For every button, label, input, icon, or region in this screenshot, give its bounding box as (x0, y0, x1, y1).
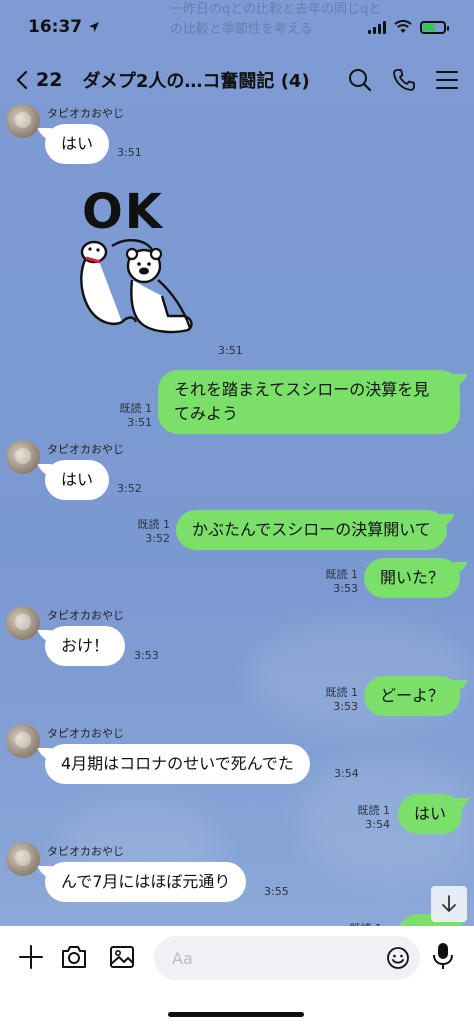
home-indicator (168, 1012, 304, 1017)
read-receipt: 既読 1 (357, 804, 391, 817)
battery-icon (420, 20, 449, 34)
arrow-down-icon (442, 895, 456, 912)
avatar[interactable] (6, 606, 40, 640)
message-bubble-incoming[interactable]: んで7月にはほぼ元通り (45, 862, 247, 902)
unread-count: 22 (36, 69, 63, 91)
cellular-signal-icon (368, 20, 386, 34)
sticker-ok-text: OK (82, 184, 164, 240)
message-bubble-outgoing[interactable]: どーよ？ (364, 676, 461, 716)
read-receipt: 既読 1 (325, 686, 359, 699)
message-time: 3:55 (264, 885, 289, 898)
clock-text: 16:37 (28, 17, 83, 37)
image-icon[interactable] (108, 944, 136, 970)
message-bubble-outgoing[interactable]: かぶたんでスシローの決算開いて (176, 510, 447, 550)
plus-icon[interactable] (18, 944, 44, 970)
emoji-icon[interactable] (386, 946, 410, 970)
sender-name: タピオカおやじ (47, 845, 124, 858)
message-bubble-incoming[interactable]: 4月期はコロナのせいで死んでた (45, 744, 310, 784)
avatar[interactable] (6, 724, 40, 758)
message-bubble-incoming[interactable]: はい (45, 460, 110, 500)
sender-name: タピオカおやじ (47, 609, 124, 622)
message-time: 3:51 (117, 146, 142, 159)
message-time: 3:51 (127, 416, 152, 429)
location-arrow-icon (89, 22, 100, 32)
message-meta: 既読 1 3:54 (338, 804, 391, 832)
message-bubble-outgoing[interactable]: はい (398, 794, 463, 834)
sticker-time: 3:51 (218, 344, 243, 357)
message-bubble-incoming[interactable]: はい (45, 124, 110, 164)
avatar[interactable] (6, 842, 40, 876)
message-meta: 既読 1 3:53 (306, 686, 359, 714)
message-time: 3:52 (145, 532, 170, 545)
chevron-left-icon (16, 70, 28, 90)
sender-name: タピオカおやじ (47, 107, 124, 120)
message-meta: 既読 1 3:52 (120, 518, 171, 546)
read-receipt: 既読 1 (119, 402, 153, 415)
microphone-icon[interactable] (432, 942, 454, 970)
read-receipt: 既読 1 (325, 568, 359, 581)
message-bubble-incoming[interactable]: おけ！ (45, 626, 126, 666)
message-meta: 既読 1 3:51 (100, 402, 153, 430)
message-input-bar (0, 926, 474, 1024)
message-time: 3:54 (334, 767, 359, 780)
sender-name: タピオカおやじ (47, 727, 124, 740)
avatar[interactable] (6, 104, 40, 138)
message-bubble-outgoing[interactable]: 開いた？ (364, 558, 461, 598)
status-bar: 16:37 (0, 0, 474, 54)
back-button[interactable]: 22 (16, 69, 62, 91)
avatar[interactable] (6, 440, 40, 474)
message-meta: 既読 1 3:53 (306, 568, 359, 596)
message-time: 3:53 (333, 700, 358, 713)
camera-icon[interactable] (60, 944, 88, 970)
search-icon[interactable] (348, 68, 372, 92)
ok-sticker[interactable]: OK (72, 184, 202, 354)
message-text-line-2: てみよう (174, 404, 239, 423)
message-list[interactable]: タピオカおやじ はい 3:51 OK 3:51 既読 1 3:51 それを踏まえ… (0, 96, 474, 954)
read-receipt: 既読 1 (137, 518, 171, 531)
message-input[interactable] (154, 936, 420, 980)
chat-screen: 一昨日のqとの比較と去年の同じqと の比較と季節性を考える 16:37 22 ダ… (0, 0, 474, 1024)
phone-icon[interactable] (392, 68, 416, 92)
sender-name: タピオカおやじ (47, 443, 124, 456)
message-time: 3:53 (333, 582, 358, 595)
message-text-line-1: それを踏まえてスシローの決算を見 (174, 380, 430, 399)
bear-sticker-icon (80, 239, 193, 334)
scroll-to-bottom-button[interactable] (431, 886, 467, 922)
chat-title[interactable]: ダメプ2人の…コ奮闘記 (4) (82, 67, 309, 93)
message-time: 3:54 (365, 818, 390, 831)
wifi-icon (394, 20, 412, 33)
status-time: 16:37 (28, 17, 100, 37)
menu-icon[interactable] (436, 70, 458, 90)
message-time: 3:53 (134, 649, 159, 662)
message-time: 3:52 (117, 482, 142, 495)
message-bubble-outgoing[interactable]: それを踏まえてスシローの決算を見 てみよう (158, 370, 460, 434)
